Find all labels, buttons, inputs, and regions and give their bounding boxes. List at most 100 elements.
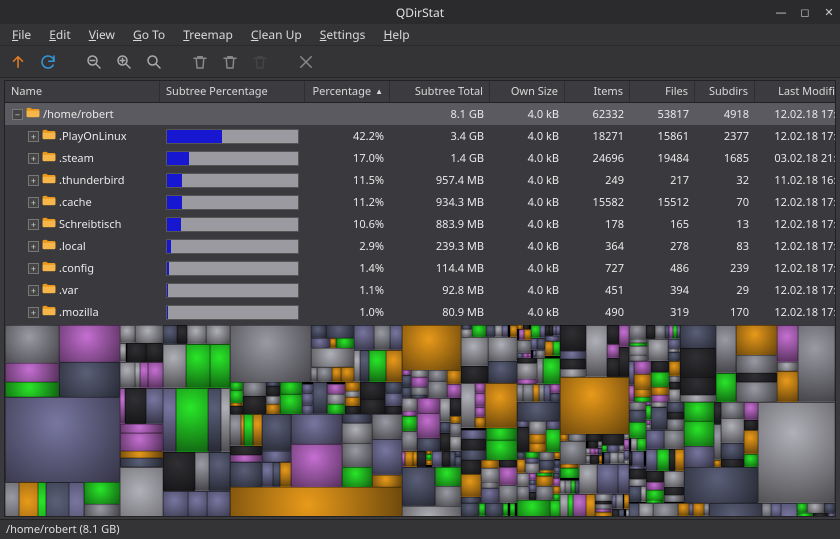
table-row[interactable]: +.var1.1%92.8 MB4.0 kB4513942912.02.18 1…: [5, 279, 835, 301]
cell-files: 217: [630, 173, 695, 188]
expander-icon[interactable]: +: [28, 131, 39, 142]
table-row[interactable]: +.config1.4%114.4 MB4.0 kB72748623912.02…: [5, 257, 835, 279]
expander-icon[interactable]: +: [28, 285, 39, 296]
column-subtree-percentage[interactable]: Subtree Percentage: [160, 81, 305, 102]
cell-subtree_total: 883.9 MB: [390, 217, 490, 232]
treemap-view[interactable]: [5, 325, 835, 516]
percentage-bar: [166, 261, 299, 276]
table-row[interactable]: +.cache11.2%934.3 MB4.0 kB15582155127012…: [5, 191, 835, 213]
cell-modified: 12.02.18 17:08: [755, 107, 835, 122]
minimize-button[interactable]: —: [774, 5, 788, 19]
trash-dark-icon[interactable]: [248, 50, 272, 74]
maximize-button[interactable]: ◻: [798, 5, 812, 19]
close-button[interactable]: ✕: [822, 5, 836, 19]
cell-subdirs: 83: [695, 239, 755, 254]
column-last-modified[interactable]: Last Modified: [755, 81, 835, 102]
expander-icon[interactable]: +: [28, 263, 39, 274]
cell-own_size: 4.0 kB: [490, 239, 565, 254]
cell-modified: 12.02.18 17:04: [755, 217, 835, 232]
expander-icon[interactable]: +: [28, 153, 39, 164]
folder-icon: [42, 261, 56, 276]
row-name: .mozilla: [59, 305, 99, 320]
cell-own_size: 4.0 kB: [490, 261, 565, 276]
expander-icon[interactable]: +: [28, 307, 39, 318]
zoom-reset-icon[interactable]: [142, 50, 166, 74]
table-row[interactable]: +Schreibtisch10.6%883.9 MB4.0 kB17816513…: [5, 213, 835, 235]
cell-items: 24696: [565, 151, 630, 166]
percentage-bar: [166, 305, 299, 320]
statusbar: /home/robert (8.1 GB): [0, 519, 840, 539]
row-name: .var: [59, 283, 78, 298]
menubar: FileEditViewGo ToTreemapClean UpSettings…: [0, 24, 840, 46]
column-own-size[interactable]: Own Size: [490, 81, 565, 102]
cell-percentage: 17.0%: [305, 151, 390, 166]
menu-clean-up[interactable]: Clean Up: [243, 24, 310, 45]
zoom-out-icon[interactable]: [82, 50, 106, 74]
row-name: .steam: [59, 151, 94, 166]
menu-help[interactable]: Help: [375, 24, 417, 45]
column-items[interactable]: Items: [565, 81, 630, 102]
column-percentage[interactable]: Percentage▲: [305, 81, 390, 102]
cell-own_size: 4.0 kB: [490, 217, 565, 232]
table-row[interactable]: +.steam17.0%1.4 GB4.0 kB2469619484168503…: [5, 147, 835, 169]
tree-view[interactable]: NameSubtree PercentagePercentage▲Subtree…: [5, 81, 835, 325]
expander-icon[interactable]: −: [12, 109, 23, 120]
cell-percentage: 1.0%: [305, 305, 390, 320]
percentage-bar: [166, 217, 299, 232]
cell-percentage: 2.9%: [305, 239, 390, 254]
percentage-bar: [166, 239, 299, 254]
menu-edit[interactable]: Edit: [41, 24, 79, 45]
row-name: .thunderbird: [59, 173, 125, 188]
cell-own_size: 4.0 kB: [490, 129, 565, 144]
percentage-bar: [166, 173, 299, 188]
expander-icon[interactable]: +: [28, 241, 39, 252]
cell-items: 178: [565, 217, 630, 232]
cell-files: 15861: [630, 129, 695, 144]
cell-subdirs: 2377: [695, 129, 755, 144]
expander-icon[interactable]: +: [28, 219, 39, 230]
status-text: /home/robert (8.1 GB): [6, 522, 120, 537]
zoom-in-icon[interactable]: [112, 50, 136, 74]
tree-rows[interactable]: −/home/robert8.1 GB4.0 kB623325381749181…: [5, 103, 835, 325]
percentage-bar: [166, 283, 299, 298]
menu-view[interactable]: View: [81, 24, 123, 45]
cell-subtree_total: 934.3 MB: [390, 195, 490, 210]
sort-indicator-icon: ▲: [375, 86, 383, 97]
cell-items: 451: [565, 283, 630, 298]
column-name[interactable]: Name: [5, 81, 160, 102]
cell-modified: 12.02.18 17:08: [755, 261, 835, 276]
cell-subdirs: 13: [695, 217, 755, 232]
cell-subdirs: 4918: [695, 107, 755, 122]
expander-icon[interactable]: +: [28, 175, 39, 186]
column-subtree-total[interactable]: Subtree Total: [390, 81, 490, 102]
column-subdirs[interactable]: Subdirs: [695, 81, 755, 102]
expander-icon[interactable]: +: [28, 197, 39, 208]
menu-file[interactable]: File: [4, 24, 39, 45]
refresh-icon[interactable]: [36, 50, 60, 74]
row-name: .cache: [59, 195, 92, 210]
table-row[interactable]: +.PlayOnLinux42.2%3.4 GB4.0 kB1827115861…: [5, 125, 835, 147]
menu-go-to[interactable]: Go To: [125, 24, 173, 45]
trash-gray-icon[interactable]: [188, 50, 212, 74]
cell-subtree_total: 92.8 MB: [390, 283, 490, 298]
up-icon[interactable]: [6, 50, 30, 74]
folder-icon: [42, 239, 56, 254]
cell-percentage: 10.6%: [305, 217, 390, 232]
cell-subtree_total: 1.4 GB: [390, 151, 490, 166]
table-row[interactable]: +.local2.9%239.3 MB4.0 kB3642788312.02.1…: [5, 235, 835, 257]
row-name: /home/robert: [43, 107, 114, 122]
folder-icon: [42, 283, 56, 298]
table-row[interactable]: +.mozilla1.0%80.9 MB4.0 kB49031917012.02…: [5, 301, 835, 323]
cell-subtree_total: 80.9 MB: [390, 305, 490, 320]
cell-own_size: 4.0 kB: [490, 107, 565, 122]
column-files[interactable]: Files: [630, 81, 695, 102]
menu-treemap[interactable]: Treemap: [175, 24, 241, 45]
cell-own_size: 4.0 kB: [490, 283, 565, 298]
cell-percentage: 1.4%: [305, 261, 390, 276]
table-row[interactable]: +.thunderbird11.5%957.4 MB4.0 kB24921732…: [5, 169, 835, 191]
menu-settings[interactable]: Settings: [312, 24, 374, 45]
cell-modified: 12.02.18 17:08: [755, 305, 835, 320]
table-row[interactable]: −/home/robert8.1 GB4.0 kB623325381749181…: [5, 103, 835, 125]
delete-icon[interactable]: [294, 50, 318, 74]
trash-gray2-icon[interactable]: [218, 50, 242, 74]
